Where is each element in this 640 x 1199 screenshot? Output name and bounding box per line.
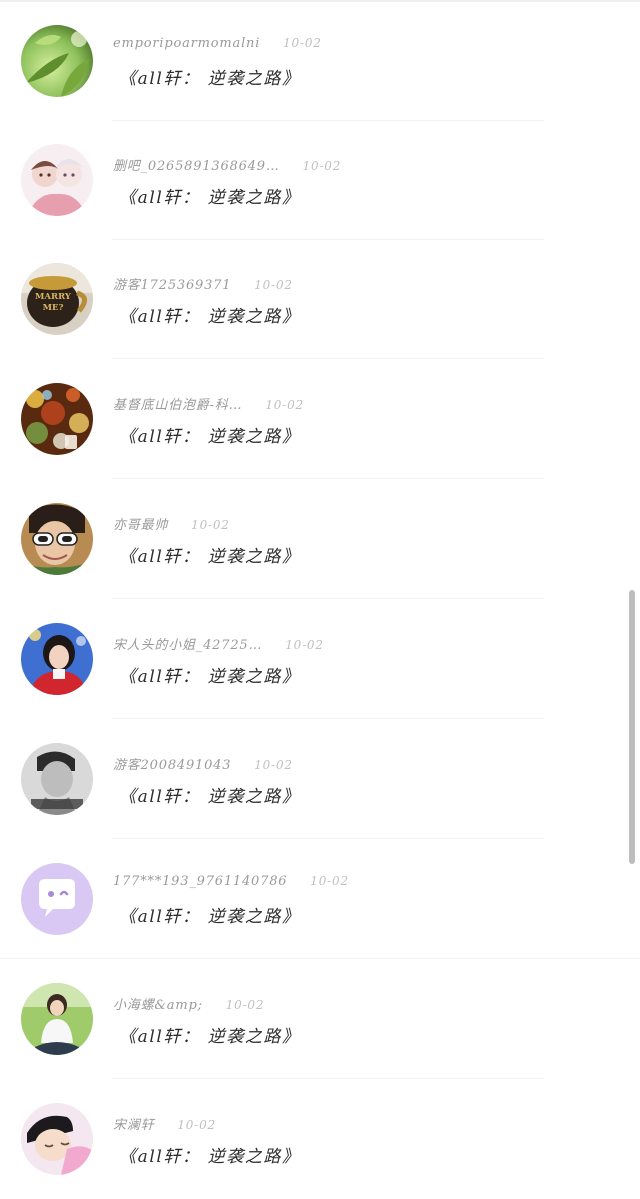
comment-text[interactable]: 《all轩： 逆袭之路》 <box>119 64 301 89</box>
comment-date: 10-02 <box>254 758 293 772</box>
comment-text[interactable]: 《all轩： 逆袭之路》 <box>119 782 301 807</box>
username[interactable]: 宋人头的小姐_42725… <box>113 634 262 653</box>
comment-date: 10-02 <box>285 638 324 652</box>
comment-item[interactable]: 基督底山伯泡爵-科… 10-02 《all轩： 逆袭之路》 <box>0 360 640 479</box>
comment-text[interactable]: 《all轩： 逆袭之路》 <box>119 422 301 447</box>
item-divider <box>112 358 544 359</box>
comment-item[interactable]: MARRY ME? 游客1725369371 10-02 《all轩： 逆袭之路… <box>0 240 640 359</box>
comment-item[interactable]: 小海螺&amp; 10-02 《all轩： 逆袭之路》 <box>0 960 640 1079</box>
comment-text[interactable]: 《all轩： 逆袭之路》 <box>119 902 301 927</box>
comment-date: 10-02 <box>177 1118 216 1132</box>
mug-text-line1: MARRY <box>35 292 72 302</box>
vertical-scrollbar[interactable] <box>629 590 635 864</box>
item-divider <box>112 478 544 479</box>
comment-meta: 177***193_9761140786 10-02 <box>113 874 349 896</box>
sleeping-child-avatar[interactable] <box>21 1103 93 1175</box>
username[interactable]: 亦哥最帅 <box>113 514 168 533</box>
comment-meta: 亦哥最帅 10-02 <box>113 514 230 536</box>
bokeh-lights-avatar[interactable] <box>21 383 93 455</box>
username[interactable]: 删吧_0265891368649… <box>113 155 280 174</box>
comment-item[interactable]: 游客2008491043 10-02 《all轩： 逆袭之路》 <box>0 720 640 839</box>
mug-text-line2: ME? <box>43 303 64 313</box>
item-divider <box>112 838 544 839</box>
item-divider <box>112 718 544 719</box>
anime-illustration-avatar[interactable] <box>21 144 93 216</box>
comment-meta: emporipoarmomalni 10-02 <box>113 36 322 58</box>
username[interactable]: 基督底山伯泡爵-科… <box>113 394 242 413</box>
comment-date: 10-02 <box>191 518 230 532</box>
comment-date: 10-02 <box>283 36 322 50</box>
comment-date: 10-02 <box>254 278 293 292</box>
comment-text[interactable]: 《all轩： 逆袭之路》 <box>119 542 301 567</box>
username[interactable]: 游客2008491043 <box>113 754 231 773</box>
comment-text[interactable]: 《all轩： 逆袭之路》 <box>119 1022 301 1047</box>
comment-item[interactable]: 亦哥最帅 10-02 《all轩： 逆袭之路》 <box>0 480 640 599</box>
comment-meta: 宋人头的小姐_42725… 10-02 <box>113 634 324 656</box>
boy-on-grass-avatar[interactable] <box>21 983 93 1055</box>
item-divider <box>112 598 544 599</box>
comment-item[interactable]: 177***193_9761140786 10-02 《all轩： 逆袭之路》 <box>0 840 640 959</box>
comment-date: 10-02 <box>302 159 342 173</box>
comment-meta: 小海螺&amp; 10-02 <box>113 994 264 1016</box>
username[interactable]: 宋澜轩 <box>113 1114 154 1133</box>
default-chat-bubble-avatar[interactable] <box>21 863 93 935</box>
comment-meta: 基督底山伯泡爵-科… 10-02 <box>113 394 304 416</box>
comment-item[interactable]: 宋澜轩 10-02 《all轩： 逆袭之路》 <box>0 1080 640 1199</box>
comment-item[interactable]: 删吧_0265891368649… 10-02 《all轩： 逆袭之路》 <box>0 121 640 240</box>
username[interactable]: 177***193_9761140786 <box>113 874 287 889</box>
marry-me-mug-avatar[interactable]: MARRY ME? <box>21 263 93 335</box>
item-divider <box>0 958 640 959</box>
comment-text[interactable]: 《all轩： 逆袭之路》 <box>119 662 301 687</box>
comment-date: 10-02 <box>225 998 265 1012</box>
comment-item[interactable]: 宋人头的小姐_42725… 10-02 《all轩： 逆袭之路》 <box>0 600 640 719</box>
username[interactable]: 小海螺&amp; <box>113 994 203 1013</box>
comment-meta: 游客1725369371 10-02 <box>113 274 293 296</box>
comment-text[interactable]: 《all轩： 逆袭之路》 <box>119 183 301 208</box>
leaf-photo-avatar[interactable] <box>21 25 93 97</box>
comment-meta: 游客2008491043 10-02 <box>113 754 293 776</box>
comment-item[interactable]: emporipoarmomalni 10-02 《all轩： 逆袭之路》 <box>0 2 640 121</box>
comment-text[interactable]: 《all轩： 逆袭之路》 <box>119 1142 301 1167</box>
username[interactable]: emporipoarmomalni <box>113 36 260 51</box>
grayscale-boy-avatar[interactable] <box>21 743 93 815</box>
comment-meta: 删吧_0265891368649… 10-02 <box>113 155 341 177</box>
comment-meta: 宋澜轩 10-02 <box>113 1114 216 1136</box>
item-divider <box>112 1078 544 1079</box>
comment-date: 10-02 <box>265 398 304 412</box>
comment-text[interactable]: 《all轩： 逆袭之路》 <box>119 302 301 327</box>
username[interactable]: 游客1725369371 <box>113 274 231 293</box>
girl-red-outfit-avatar[interactable] <box>21 623 93 695</box>
comment-date: 10-02 <box>310 874 349 888</box>
sunglasses-person-avatar[interactable] <box>21 503 93 575</box>
